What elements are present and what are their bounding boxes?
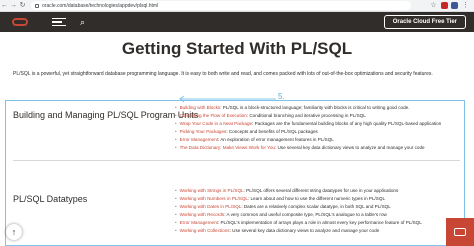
star-icon[interactable]: ☆ [429,0,438,12]
item-link[interactable]: Error Management [180,137,218,142]
search-icon[interactable]: ⌕ [80,17,85,28]
arrow-up-icon: ↑ [11,227,17,237]
list-item: Working with Collections: Use several ke… [175,227,465,235]
list-item: Working with Numbers in PL/SQL: Learn ab… [175,195,465,203]
item-link[interactable]: Building with Blocks [180,105,221,110]
reload-icon[interactable]: ↻ [18,0,27,12]
oracle-logo[interactable] [12,18,28,26]
site-header: ⌕ Oracle Cloud Free Tier [0,12,474,32]
chat-button[interactable] [446,218,474,246]
step-badge: 5. [278,92,285,101]
item-link[interactable]: Working with Strings in PL/SQL [180,188,244,193]
url-text: oracle.com/database/technologies/appdev/… [42,2,159,9]
extension-icon[interactable] [451,2,458,9]
list-item: Wrap Your Code in a Neat Package: Packag… [175,120,465,128]
list-item: Error Management: PL/SQL's implementatio… [175,219,465,227]
list-item: The Data Dictionary: Make Views Work for… [175,144,465,152]
section-divider [13,160,460,161]
item-link[interactable]: The Data Dictionary: Make Views Work for… [180,145,275,150]
item-link[interactable]: Working with Dates in PL/SQL [180,204,242,209]
item-link[interactable]: Working with Records [180,212,225,217]
page-title: Getting Started With PL/SQL [121,39,353,58]
item-link[interactable]: Working with Collections [180,228,230,233]
section-list: Building with Blocks: PL/SQL is a block-… [175,104,465,153]
intro-text: PL/SQL is a powerful, yet straightforwar… [13,71,433,77]
item-link[interactable]: Controlling the Flow of Execution [180,113,247,118]
item-link[interactable]: Error Management [180,220,218,225]
list-item: Working with Strings in PL/SQL: PL/SQL o… [175,187,465,195]
item-link[interactable]: Picking Your Packages [180,129,227,134]
list-item: Building with Blocks: PL/SQL is a block-… [175,104,465,112]
browser-toolbar: ← → ↻ oracle.com/database/technologies/a… [0,0,474,12]
forward-icon[interactable]: → [9,0,18,12]
address-bar[interactable]: oracle.com/database/technologies/appdev/… [31,1,411,10]
cloud-free-tier-button[interactable]: Oracle Cloud Free Tier [383,15,466,29]
section-list: Working with Strings in PL/SQL: PL/SQL o… [175,187,465,236]
section-title: Building and Managing PL/SQL Program Uni… [13,110,199,120]
annotation-arrow [179,95,276,103]
lock-icon [35,3,39,8]
back-icon[interactable]: ← [0,0,9,12]
item-link[interactable]: Working with Numbers in PL/SQL [180,196,248,201]
list-item: Error Management: An exploration of erro… [175,136,465,144]
menu-icon[interactable] [52,17,66,27]
list-item: Working with Dates in PL/SQL: Dates are … [175,203,465,211]
menu-icon[interactable]: ⋮ [461,0,470,12]
item-link[interactable]: Wrap Your Code in a Neat Package [180,121,252,126]
extension-icon[interactable] [441,2,448,9]
scroll-to-top-button[interactable]: ↑ [6,224,22,240]
list-item: Controlling the Flow of Execution: Condi… [175,112,465,120]
chat-icon [454,228,466,236]
list-item: Picking Your Packages: Concepts and bene… [175,128,465,136]
list-item: Working with Records: A very common and … [175,211,465,219]
section-title: PL/SQL Datatypes [13,194,88,204]
